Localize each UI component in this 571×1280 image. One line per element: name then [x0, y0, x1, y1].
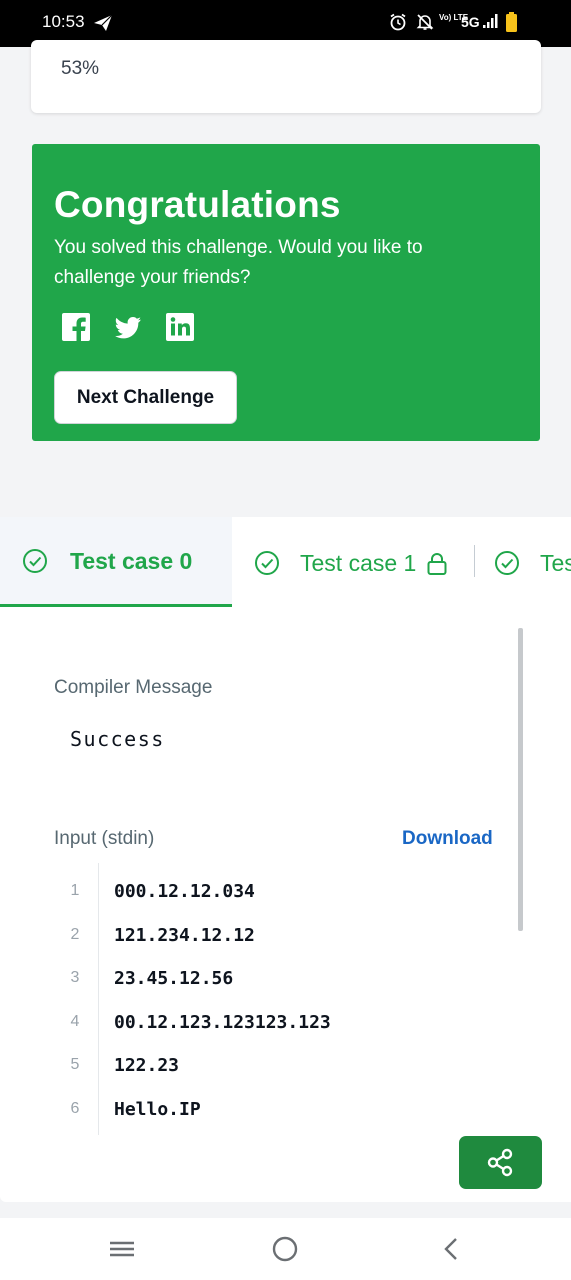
linkedin-icon[interactable] [165, 312, 195, 342]
tab-label: Tes [540, 550, 571, 576]
tab-test-case-2[interactable]: Tes [475, 517, 571, 607]
facebook-icon[interactable] [61, 312, 91, 342]
line-text: 23.45.12.56 [114, 968, 234, 989]
navigation-bar [0, 1218, 571, 1280]
code-line: 5 122.23 [54, 1049, 504, 1079]
tab-label: Test case 1 [300, 550, 417, 576]
line-text: 000.12.12.034 [114, 881, 255, 902]
congrats-message: You solved this challenge. Would you lik… [54, 237, 423, 288]
check-circle-icon [255, 551, 279, 575]
code-line: 2 121.234.12.12 [54, 919, 504, 949]
back-icon[interactable] [436, 1236, 466, 1262]
lock-icon [427, 553, 447, 575]
line-number: 4 [70, 1013, 80, 1030]
congrats-title: Congratulations [54, 184, 341, 225]
code-line: 4 00.12.123.123123.123 [54, 1006, 504, 1036]
check-circle-icon [23, 549, 47, 573]
line-text: 121.234.12.12 [114, 925, 255, 946]
line-number: 2 [70, 926, 80, 943]
status-icons: Vo) LTE 5G [389, 12, 529, 34]
tab-test-case-1[interactable]: Test case 1 [232, 517, 474, 607]
check-circle-icon [495, 551, 519, 575]
line-number: 5 [70, 1056, 80, 1073]
home-icon[interactable] [270, 1236, 300, 1262]
line-number: 1 [70, 882, 80, 899]
input-label: Input (stdin) [54, 828, 155, 849]
code-line: 1 000.12.12.034 [54, 875, 504, 905]
test-case-tabs: Test case 0 Test case 1 Tes [0, 517, 571, 607]
tab-test-case-0[interactable]: Test case 0 [0, 517, 232, 607]
telegram-send-icon [94, 14, 113, 31]
share-icon [487, 1148, 513, 1177]
input-code-block: 1 000.12.12.034 2 121.234.12.12 3 23.45.… [54, 863, 504, 1135]
tab-label: Test case 0 [70, 548, 193, 574]
download-link[interactable]: Download [402, 828, 493, 850]
network-type: 5G [461, 14, 480, 30]
congratulations-banner: Congratulations You solved this challeng… [32, 144, 540, 441]
next-challenge-button[interactable]: Next Challenge [54, 371, 237, 424]
status-time: 10:53 [42, 12, 85, 31]
battery-icon [506, 12, 517, 32]
line-text: Hello.IP [114, 1099, 201, 1120]
compiler-message: Success [70, 727, 165, 751]
progress-percent: 53% [61, 58, 100, 79]
compiler-message-label: Compiler Message [54, 677, 213, 698]
alarm-icon [390, 13, 406, 31]
signal-icon [483, 14, 498, 28]
notifications-off-icon [416, 14, 434, 30]
line-number: 3 [70, 969, 80, 986]
progress-card: 53% [31, 40, 541, 113]
line-text: 122.23 [114, 1055, 180, 1076]
code-line: 6 Hello.IP [54, 1093, 504, 1123]
scrollbar[interactable] [518, 628, 523, 931]
share-button[interactable] [459, 1136, 542, 1189]
line-number: 6 [70, 1100, 80, 1117]
test-results-panel: Test case 0 Test case 1 Tes Compiler Mes… [0, 517, 571, 1202]
code-line: 3 23.45.12.56 [54, 962, 504, 992]
recent-apps-icon[interactable] [107, 1236, 137, 1262]
line-text: 00.12.123.123123.123 [114, 1012, 331, 1033]
twitter-icon[interactable] [113, 312, 143, 342]
